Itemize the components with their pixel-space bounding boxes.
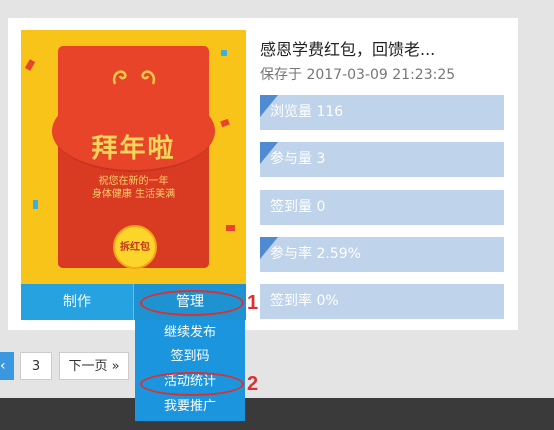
confetti-decoration [33,200,38,209]
coin-label: 拆红包 [120,242,150,253]
annotation-ellipse-1 [140,290,244,316]
stat-participation-rate: 参与率 2.59% [260,237,504,272]
prev-page-button[interactable]: ‹ [0,352,14,380]
annotation-number-2: 2 [247,373,259,395]
confetti-decoration [226,225,235,231]
poster-line-2: 身体健康 生活美满 [91,189,176,200]
stat-views: 浏览量 116 [260,95,504,130]
ornament-line [58,94,209,96]
stat-label: 浏览量 116 [270,104,344,120]
annotation-ellipse-2 [140,372,244,396]
confetti-decoration [221,50,227,56]
menu-item-promote[interactable]: 我要推广 [135,395,245,419]
make-button[interactable]: 制作 [21,284,133,320]
swirl-ornament [112,70,156,85]
menu-item-checkin-code[interactable]: 签到码 [135,345,245,369]
poster-preview[interactable]: 拜年啦 祝您在新的一年 身体健康 生活美满 拆红包 [21,30,246,284]
confetti-decoration [220,118,230,128]
activity-title[interactable]: 感恩学费红包，回馈老... [260,36,435,60]
stat-checkins: 签到量 0 [260,190,504,225]
confetti-decoration [24,59,36,71]
poster-title: 拜年啦 [91,134,176,164]
stat-checkin-rate: 签到率 0% [260,284,504,319]
menu-item-continue-publish[interactable]: 继续发布 [135,321,245,345]
next-page-button[interactable]: 下一页 » [59,352,129,380]
page-number-3[interactable]: 3 [20,352,52,380]
stat-label: 签到率 0% [270,293,339,309]
stat-label: 参与率 2.59% [270,246,361,262]
stat-participants: 参与量 3 [260,142,504,177]
stat-label: 签到量 0 [270,199,326,215]
stat-label: 参与量 3 [270,151,326,167]
saved-timestamp: 保存于 2017-03-09 21:23:25 [260,67,456,83]
bottom-bar [0,398,554,430]
annotation-number-1: 1 [247,292,259,314]
